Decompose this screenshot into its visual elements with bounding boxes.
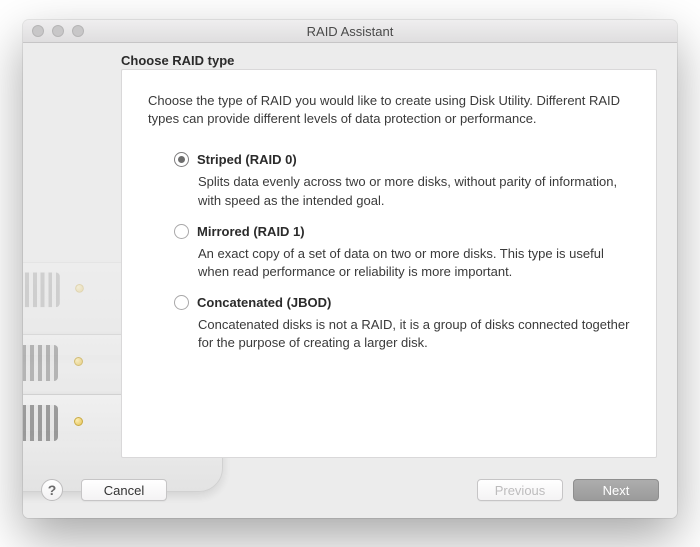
next-button[interactable]: Next (573, 479, 659, 501)
option-label: Striped (RAID 0) (197, 152, 297, 167)
option-mirrored[interactable]: Mirrored (RAID 1) An exact copy of a set… (174, 224, 638, 281)
radio-icon[interactable] (174, 224, 189, 239)
raid-options: Striped (RAID 0) Splits data evenly acro… (122, 128, 656, 352)
zoom-icon[interactable] (72, 25, 84, 37)
window-title: RAID Assistant (23, 24, 677, 39)
radio-icon[interactable] (174, 295, 189, 310)
window-controls (32, 25, 84, 37)
page-heading: Choose RAID type (121, 53, 234, 68)
option-striped[interactable]: Striped (RAID 0) Splits data evenly acro… (174, 152, 638, 209)
intro-text: Choose the type of RAID you would like t… (122, 70, 656, 128)
cancel-button[interactable]: Cancel (81, 479, 167, 501)
help-button[interactable]: ? (41, 479, 63, 501)
window-body: Choose RAID type Choose the type of RAID… (23, 43, 677, 518)
option-label: Concatenated (JBOD) (197, 295, 331, 310)
footer: ? Cancel Previous Next (23, 462, 677, 518)
option-description: Concatenated disks is not a RAID, it is … (198, 316, 638, 352)
content-panel: Choose the type of RAID you would like t… (121, 69, 657, 458)
close-icon[interactable] (32, 25, 44, 37)
radio-icon[interactable] (174, 152, 189, 167)
option-description: An exact copy of a set of data on two or… (198, 245, 638, 281)
titlebar: RAID Assistant (23, 20, 677, 43)
option-description: Splits data evenly across two or more di… (198, 173, 638, 209)
previous-button: Previous (477, 479, 563, 501)
raid-assistant-window: RAID Assistant Choose RAID type Choose t… (23, 20, 677, 518)
option-label: Mirrored (RAID 1) (197, 224, 305, 239)
option-concatenated[interactable]: Concatenated (JBOD) Concatenated disks i… (174, 295, 638, 352)
minimize-icon[interactable] (52, 25, 64, 37)
